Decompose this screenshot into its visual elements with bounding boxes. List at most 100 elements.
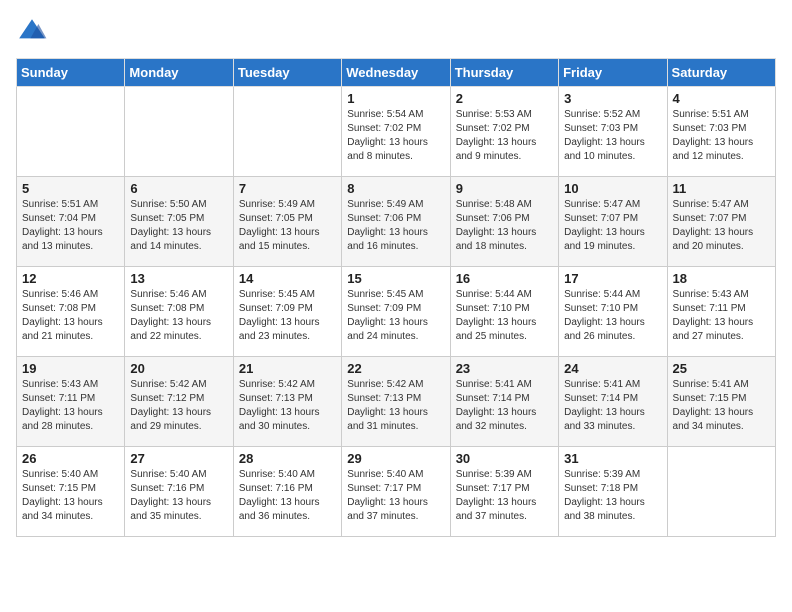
day-number: 30: [456, 451, 553, 466]
day-number: 9: [456, 181, 553, 196]
calendar-cell: 13 Sunrise: 5:46 AM Sunset: 7:08 PM Dayli…: [125, 267, 233, 357]
day-number: 19: [22, 361, 119, 376]
day-info: Sunrise: 5:47 AM Sunset: 7:07 PM Dayligh…: [564, 198, 661, 254]
calendar-week-row: 1 Sunrise: 5:54 AM Sunset: 7:02 PM Daylig…: [17, 87, 776, 177]
day-info: Sunrise: 5:54 AM Sunset: 7:02 PM Dayligh…: [347, 108, 444, 164]
calendar-cell: 22 Sunrise: 5:42 AM Sunset: 7:13 PM Dayli…: [342, 357, 450, 447]
day-info: Sunrise: 5:42 AM Sunset: 7:13 PM Dayligh…: [347, 378, 444, 434]
logo-icon: [16, 16, 48, 48]
day-of-week-header: Thursday: [450, 59, 558, 87]
calendar-cell: [233, 87, 341, 177]
day-info: Sunrise: 5:42 AM Sunset: 7:13 PM Dayligh…: [239, 378, 336, 434]
calendar-cell: 30 Sunrise: 5:39 AM Sunset: 7:17 PM Dayli…: [450, 447, 558, 537]
day-of-week-header: Wednesday: [342, 59, 450, 87]
calendar-cell: 26 Sunrise: 5:40 AM Sunset: 7:15 PM Dayli…: [17, 447, 125, 537]
day-info: Sunrise: 5:41 AM Sunset: 7:14 PM Dayligh…: [564, 378, 661, 434]
day-info: Sunrise: 5:46 AM Sunset: 7:08 PM Dayligh…: [22, 288, 119, 344]
day-info: Sunrise: 5:50 AM Sunset: 7:05 PM Dayligh…: [130, 198, 227, 254]
calendar-week-row: 19 Sunrise: 5:43 AM Sunset: 7:11 PM Dayli…: [17, 357, 776, 447]
day-info: Sunrise: 5:39 AM Sunset: 7:18 PM Dayligh…: [564, 468, 661, 524]
day-number: 17: [564, 271, 661, 286]
day-info: Sunrise: 5:41 AM Sunset: 7:15 PM Dayligh…: [673, 378, 770, 434]
calendar-cell: 7 Sunrise: 5:49 AM Sunset: 7:05 PM Daylig…: [233, 177, 341, 267]
calendar-cell: 12 Sunrise: 5:46 AM Sunset: 7:08 PM Dayli…: [17, 267, 125, 357]
calendar-week-row: 5Sunrise: 5:51 AM Sunset: 7:04 PM Daylig…: [17, 177, 776, 267]
day-number: 10: [564, 181, 661, 196]
day-info: Sunrise: 5:44 AM Sunset: 7:10 PM Dayligh…: [564, 288, 661, 344]
calendar-cell: 5Sunrise: 5:51 AM Sunset: 7:04 PM Daylig…: [17, 177, 125, 267]
calendar-cell: 31 Sunrise: 5:39 AM Sunset: 7:18 PM Dayli…: [559, 447, 667, 537]
day-info: Sunrise: 5:45 AM Sunset: 7:09 PM Dayligh…: [239, 288, 336, 344]
day-number: 5: [22, 181, 119, 196]
day-number: 29: [347, 451, 444, 466]
day-info: Sunrise: 5:49 AM Sunset: 7:05 PM Dayligh…: [239, 198, 336, 254]
day-info: Sunrise: 5:44 AM Sunset: 7:10 PM Dayligh…: [456, 288, 553, 344]
calendar-cell: 18 Sunrise: 5:43 AM Sunset: 7:11 PM Dayli…: [667, 267, 775, 357]
day-info: Sunrise: 5:49 AM Sunset: 7:06 PM Dayligh…: [347, 198, 444, 254]
day-number: 20: [130, 361, 227, 376]
day-number: 4: [673, 91, 770, 106]
day-number: 31: [564, 451, 661, 466]
day-number: 23: [456, 361, 553, 376]
day-number: 16: [456, 271, 553, 286]
calendar-cell: 17 Sunrise: 5:44 AM Sunset: 7:10 PM Dayli…: [559, 267, 667, 357]
day-info: Sunrise: 5:52 AM Sunset: 7:03 PM Dayligh…: [564, 108, 661, 164]
day-info: Sunrise: 5:40 AM Sunset: 7:15 PM Dayligh…: [22, 468, 119, 524]
calendar-header-row: SundayMondayTuesdayWednesdayThursdayFrid…: [17, 59, 776, 87]
calendar-cell: 15 Sunrise: 5:45 AM Sunset: 7:09 PM Dayli…: [342, 267, 450, 357]
calendar-cell: 11Sunrise: 5:47 AM Sunset: 7:07 PM Dayli…: [667, 177, 775, 267]
calendar-cell: 3Sunrise: 5:52 AM Sunset: 7:03 PM Daylig…: [559, 87, 667, 177]
day-number: 25: [673, 361, 770, 376]
day-info: Sunrise: 5:46 AM Sunset: 7:08 PM Dayligh…: [130, 288, 227, 344]
calendar-cell: [125, 87, 233, 177]
day-info: Sunrise: 5:47 AM Sunset: 7:07 PM Dayligh…: [673, 198, 770, 254]
calendar-cell: 16 Sunrise: 5:44 AM Sunset: 7:10 PM Dayli…: [450, 267, 558, 357]
day-info: Sunrise: 5:45 AM Sunset: 7:09 PM Dayligh…: [347, 288, 444, 344]
day-number: 1: [347, 91, 444, 106]
day-number: 7: [239, 181, 336, 196]
calendar-cell: 14 Sunrise: 5:45 AM Sunset: 7:09 PM Dayli…: [233, 267, 341, 357]
calendar-cell: 10 Sunrise: 5:47 AM Sunset: 7:07 PM Dayli…: [559, 177, 667, 267]
calendar-cell: 20 Sunrise: 5:42 AM Sunset: 7:12 PM Dayli…: [125, 357, 233, 447]
calendar-cell: 24 Sunrise: 5:41 AM Sunset: 7:14 PM Dayli…: [559, 357, 667, 447]
calendar-cell: 9 Sunrise: 5:48 AM Sunset: 7:06 PM Daylig…: [450, 177, 558, 267]
day-info: Sunrise: 5:51 AM Sunset: 7:03 PM Dayligh…: [673, 108, 770, 164]
day-number: 26: [22, 451, 119, 466]
day-of-week-header: Sunday: [17, 59, 125, 87]
calendar-cell: 1 Sunrise: 5:54 AM Sunset: 7:02 PM Daylig…: [342, 87, 450, 177]
calendar-cell: [667, 447, 775, 537]
day-of-week-header: Tuesday: [233, 59, 341, 87]
day-number: 14: [239, 271, 336, 286]
day-number: 2: [456, 91, 553, 106]
day-number: 15: [347, 271, 444, 286]
day-number: 21: [239, 361, 336, 376]
day-info: Sunrise: 5:43 AM Sunset: 7:11 PM Dayligh…: [673, 288, 770, 344]
day-number: 22: [347, 361, 444, 376]
page-header: [16, 16, 776, 48]
calendar-cell: 6Sunrise: 5:50 AM Sunset: 7:05 PM Daylig…: [125, 177, 233, 267]
day-info: Sunrise: 5:48 AM Sunset: 7:06 PM Dayligh…: [456, 198, 553, 254]
day-number: 24: [564, 361, 661, 376]
calendar-cell: 28Sunrise: 5:40 AM Sunset: 7:16 PM Dayli…: [233, 447, 341, 537]
day-info: Sunrise: 5:40 AM Sunset: 7:17 PM Dayligh…: [347, 468, 444, 524]
day-info: Sunrise: 5:39 AM Sunset: 7:17 PM Dayligh…: [456, 468, 553, 524]
calendar-cell: 19 Sunrise: 5:43 AM Sunset: 7:11 PM Dayli…: [17, 357, 125, 447]
calendar-cell: 23 Sunrise: 5:41 AM Sunset: 7:14 PM Dayli…: [450, 357, 558, 447]
day-info: Sunrise: 5:43 AM Sunset: 7:11 PM Dayligh…: [22, 378, 119, 434]
calendar-week-row: 26 Sunrise: 5:40 AM Sunset: 7:15 PM Dayli…: [17, 447, 776, 537]
calendar-cell: 2Sunrise: 5:53 AM Sunset: 7:02 PM Daylig…: [450, 87, 558, 177]
calendar-cell: 21 Sunrise: 5:42 AM Sunset: 7:13 PM Dayli…: [233, 357, 341, 447]
day-info: Sunrise: 5:41 AM Sunset: 7:14 PM Dayligh…: [456, 378, 553, 434]
calendar-table: SundayMondayTuesdayWednesdayThursdayFrid…: [16, 58, 776, 537]
day-info: Sunrise: 5:40 AM Sunset: 7:16 PM Dayligh…: [239, 468, 336, 524]
day-number: 12: [22, 271, 119, 286]
day-info: Sunrise: 5:40 AM Sunset: 7:16 PM Dayligh…: [130, 468, 227, 524]
day-of-week-header: Monday: [125, 59, 233, 87]
calendar-cell: 4 Sunrise: 5:51 AM Sunset: 7:03 PM Daylig…: [667, 87, 775, 177]
day-number: 18: [673, 271, 770, 286]
day-of-week-header: Saturday: [667, 59, 775, 87]
day-of-week-header: Friday: [559, 59, 667, 87]
day-info: Sunrise: 5:42 AM Sunset: 7:12 PM Dayligh…: [130, 378, 227, 434]
day-number: 13: [130, 271, 227, 286]
calendar-week-row: 12 Sunrise: 5:46 AM Sunset: 7:08 PM Dayli…: [17, 267, 776, 357]
